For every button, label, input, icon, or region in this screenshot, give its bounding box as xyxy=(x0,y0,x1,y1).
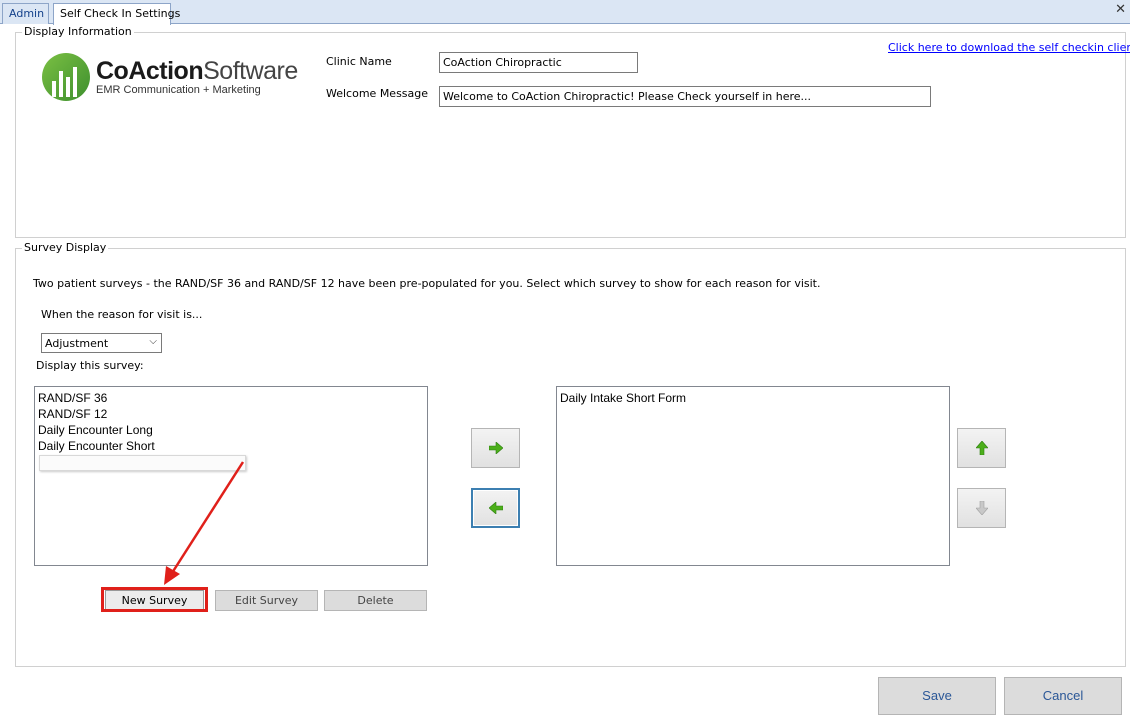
logo-tagline: EMR Communication + Marketing xyxy=(96,84,261,96)
arrow-down-icon xyxy=(975,501,988,515)
list-item[interactable]: Daily Encounter Long xyxy=(38,422,424,438)
move-up-button[interactable] xyxy=(957,428,1006,468)
logo-mark-icon xyxy=(42,53,90,101)
download-client-link[interactable]: Click here to download the self checkin … xyxy=(888,41,1130,54)
tab-strip: Admin Self Check In Settings ✕ xyxy=(0,0,1130,25)
tab-self-check-in-settings[interactable]: Self Check In Settings xyxy=(53,3,180,25)
reason-selected-value: Adjustment xyxy=(45,337,109,350)
arrow-up-icon xyxy=(975,441,988,455)
selected-surveys-list[interactable]: Daily Intake Short Form xyxy=(556,386,950,566)
tab-label: Admin xyxy=(9,7,45,20)
welcome-message-label: Welcome Message xyxy=(326,87,429,100)
list-item[interactable]: RAND/SF 36 xyxy=(38,390,424,406)
arrow-left-icon xyxy=(488,502,503,514)
close-icon[interactable]: ✕ xyxy=(1115,2,1126,17)
display-survey-label: Display this survey: xyxy=(36,359,144,372)
cancel-button[interactable]: Cancel xyxy=(1004,677,1122,715)
reason-for-visit-label: When the reason for visit is... xyxy=(41,308,203,321)
chevron-down-icon: ⌵ xyxy=(149,336,157,347)
arrow-right-icon xyxy=(488,442,503,454)
survey-description: Two patient surveys - the RAND/SF 36 and… xyxy=(33,277,821,290)
move-right-button[interactable] xyxy=(471,428,520,468)
tab-label: Self Check In Settings xyxy=(60,7,181,20)
list-item-blank[interactable] xyxy=(39,455,246,471)
reason-for-visit-select[interactable]: Adjustment ⌵ xyxy=(41,333,162,353)
move-down-button[interactable] xyxy=(957,488,1006,528)
edit-survey-button[interactable]: Edit Survey xyxy=(215,590,318,611)
save-button[interactable]: Save xyxy=(878,677,996,715)
coaction-logo: CoActionSoftware EMR Communication + Mar… xyxy=(42,53,298,103)
tab-admin[interactable]: Admin xyxy=(2,3,49,24)
group-title: Display Information xyxy=(22,25,134,38)
list-item[interactable]: RAND/SF 12 xyxy=(38,406,424,422)
welcome-message-field[interactable]: Welcome to CoAction Chiropractic! Please… xyxy=(439,86,931,107)
delete-button[interactable]: Delete xyxy=(324,590,427,611)
group-title: Survey Display xyxy=(22,241,109,254)
list-item[interactable]: Daily Encounter Short xyxy=(38,438,424,454)
clinic-name-field[interactable]: CoAction Chiropractic xyxy=(439,52,638,73)
annotation-highlight-box xyxy=(101,587,208,612)
logo-wordmark: CoActionSoftware xyxy=(96,57,298,85)
available-surveys-list[interactable]: RAND/SF 36 RAND/SF 12 Daily Encounter Lo… xyxy=(34,386,428,566)
move-left-button[interactable] xyxy=(471,488,520,528)
list-item[interactable]: Daily Intake Short Form xyxy=(560,390,946,406)
clinic-name-label: Clinic Name xyxy=(326,55,392,68)
